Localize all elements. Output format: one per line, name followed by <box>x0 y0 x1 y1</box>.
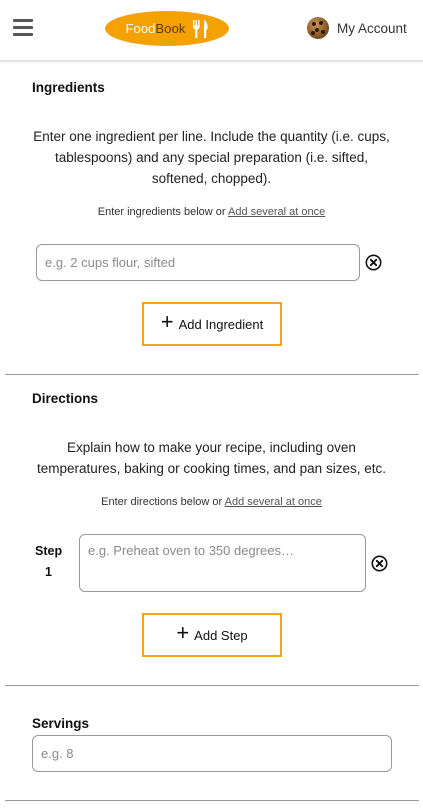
ingredients-description-line: softened, chopped). <box>151 171 272 186</box>
ingredients-description-line: tablespoons) and any special preparation… <box>55 150 368 165</box>
servings-heading: Servings <box>32 716 90 731</box>
circle-x-icon[interactable] <box>371 555 388 572</box>
section-divider <box>5 685 419 686</box>
add-several-ingredients-link[interactable]: Add several at once <box>228 206 325 218</box>
directions-hint-text: Enter directions below or <box>101 496 223 508</box>
logo-text-book: Book <box>155 21 186 36</box>
directions-description-line: Explain how to make your recipe, includi… <box>67 440 356 455</box>
cookie-avatar-icon <box>307 17 329 39</box>
menu-line <box>13 26 33 29</box>
ingredients-hint: Enter ingredients below or Add several a… <box>0 206 423 218</box>
add-step-label: Add Step <box>194 627 248 643</box>
add-ingredient-label: Add Ingredient <box>178 316 264 332</box>
ingredients-description-line: Enter one ingredient per line. Include t… <box>33 129 390 144</box>
add-several-directions-link[interactable]: Add several at once <box>225 496 322 508</box>
step-word: Step <box>35 544 63 558</box>
my-account-link[interactable]: My Account <box>307 17 407 39</box>
step-1-textarea[interactable] <box>79 534 366 592</box>
foodbook-logo[interactable]: FoodBook <box>105 11 229 46</box>
logo-text-food: Food <box>125 21 156 36</box>
directions-heading: Directions <box>32 391 99 406</box>
step-number: 1 <box>45 565 52 579</box>
plus-icon: + <box>160 309 174 334</box>
ingredients-hint-text: Enter ingredients below or <box>97 206 226 218</box>
menu-line <box>13 19 33 22</box>
step-label: Step 1 <box>35 541 62 583</box>
add-step-button[interactable]: + Add Step <box>142 613 282 657</box>
ingredients-heading: Ingredients <box>32 80 105 95</box>
circle-x-icon[interactable] <box>365 254 382 271</box>
ingredient-input[interactable] <box>36 244 360 281</box>
menu-line <box>13 33 33 36</box>
hamburger-menu-icon[interactable] <box>13 19 33 36</box>
top-navigation-bar: FoodBook My Account <box>0 0 423 60</box>
ingredients-description: Enter one ingredient per line. Include t… <box>0 126 423 189</box>
logo-text: FoodBook <box>125 21 185 36</box>
header-shadow <box>0 60 423 64</box>
directions-description-line: temperatures, baking or cooking times, a… <box>37 461 386 476</box>
servings-input[interactable] <box>32 735 392 772</box>
directions-description: Explain how to make your recipe, includi… <box>0 437 423 479</box>
section-divider <box>5 374 419 375</box>
account-label: My Account <box>337 20 407 36</box>
fork-knife-icon <box>192 19 208 38</box>
plus-icon: + <box>176 620 190 645</box>
section-divider <box>5 800 419 801</box>
add-ingredient-button[interactable]: + Add Ingredient <box>142 302 282 346</box>
directions-hint: Enter directions below or Add several at… <box>0 496 423 508</box>
